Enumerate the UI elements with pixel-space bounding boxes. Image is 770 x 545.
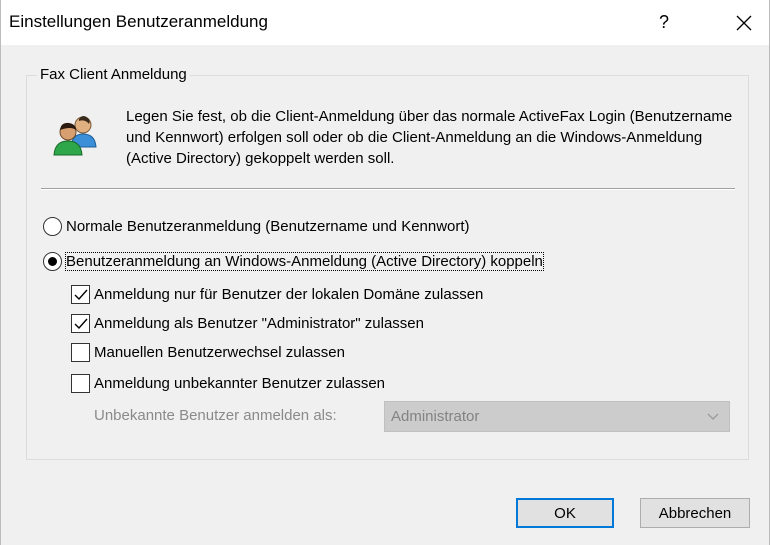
radio-windows-indicator[interactable] bbox=[43, 252, 62, 271]
checkbox-local-domain-box[interactable] bbox=[71, 285, 90, 304]
checkbox-local-domain[interactable]: Anmeldung nur für Benutzer der lokalen D… bbox=[71, 285, 483, 304]
checkbox-administrator-label: Anmeldung als Benutzer "Administrator" z… bbox=[94, 315, 424, 332]
checkbox-unknown-users-box[interactable] bbox=[71, 374, 90, 393]
help-button[interactable]: ? bbox=[641, 0, 687, 45]
close-icon bbox=[736, 15, 752, 30]
cancel-button[interactable]: Abbrechen bbox=[640, 498, 750, 528]
checkbox-unknown-users[interactable]: Anmeldung unbekannter Benutzer zulassen bbox=[71, 374, 385, 393]
radio-selected-dot bbox=[48, 257, 57, 266]
group-title: Fax Client Anmeldung bbox=[37, 66, 190, 83]
checkbox-administrator-box[interactable] bbox=[71, 314, 90, 333]
radio-windows-label: Benutzeranmeldung an Windows-Anmeldung (… bbox=[65, 252, 544, 271]
unknown-user-select-value: Administrator bbox=[391, 408, 480, 425]
checkbox-administrator[interactable]: Anmeldung als Benutzer "Administrator" z… bbox=[71, 314, 424, 333]
window-title: Einstellungen Benutzeranmeldung bbox=[9, 12, 268, 31]
checkmark-icon bbox=[74, 289, 88, 300]
checkbox-manual-switch-box[interactable] bbox=[71, 343, 90, 362]
unknown-user-as-label: Unbekannte Benutzer anmelden als: bbox=[94, 407, 337, 424]
description-text: Legen Sie fest, ob die Client-Anmeldung … bbox=[126, 108, 733, 167]
ok-button[interactable]: OK bbox=[516, 498, 614, 528]
radio-normal-login[interactable]: Normale Benutzeranmeldung (Benutzername … bbox=[43, 217, 470, 236]
checkmark-icon bbox=[74, 318, 88, 329]
separator bbox=[41, 188, 735, 190]
dialog-window: Einstellungen Benutzeranmeldung ? Fax Cl… bbox=[0, 0, 770, 545]
radio-normal-label: Normale Benutzeranmeldung (Benutzername … bbox=[66, 218, 470, 235]
unknown-user-select[interactable]: Administrator bbox=[384, 401, 730, 432]
checkbox-manual-switch-label: Manuellen Benutzerwechsel zulassen bbox=[94, 344, 345, 361]
checkbox-manual-switch[interactable]: Manuellen Benutzerwechsel zulassen bbox=[71, 343, 345, 362]
radio-normal-indicator[interactable] bbox=[43, 217, 62, 236]
radio-windows-login[interactable]: Benutzeranmeldung an Windows-Anmeldung (… bbox=[43, 252, 544, 271]
title-bar: Einstellungen Benutzeranmeldung ? bbox=[1, 0, 769, 45]
checkbox-local-domain-label: Anmeldung nur für Benutzer der lokalen D… bbox=[94, 286, 484, 303]
chevron-down-icon bbox=[707, 413, 719, 420]
close-button[interactable] bbox=[721, 0, 767, 45]
checkbox-unknown-users-label: Anmeldung unbekannter Benutzer zulassen bbox=[94, 375, 386, 392]
users-icon bbox=[53, 116, 97, 156]
